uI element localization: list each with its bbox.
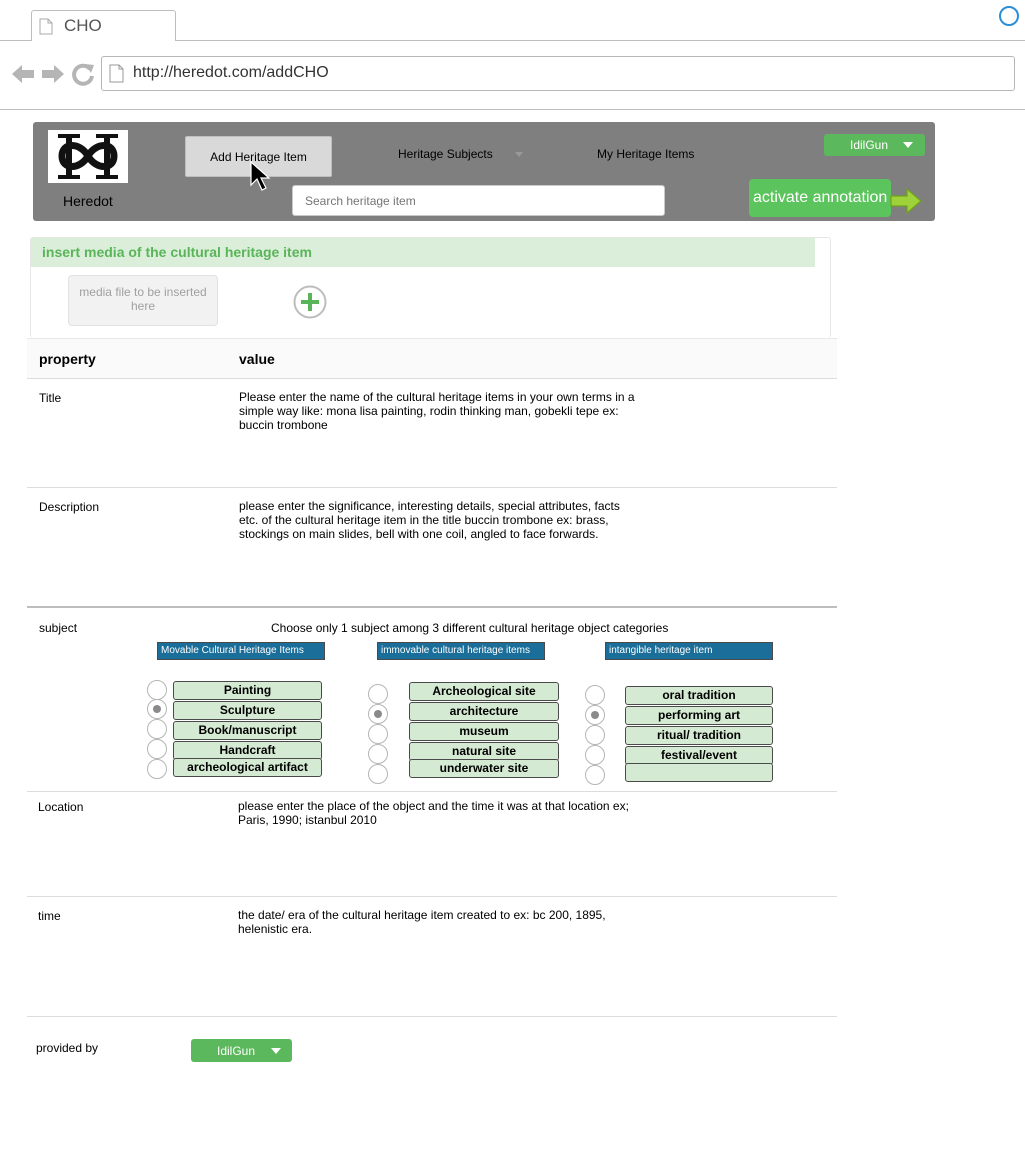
browser-tab-bar: CHO (0, 0, 1025, 42)
location-label: Location (38, 800, 84, 814)
subject-radio-performing-art[interactable] (585, 705, 605, 725)
subject-radio-archeological-artifact[interactable] (147, 759, 167, 779)
brand-name: Heredot (63, 193, 113, 209)
subject-option-performing-art[interactable]: performing art (625, 706, 773, 725)
address-bar[interactable]: http://heredot.com/addCHO (101, 56, 1015, 91)
subject-radio-book-manuscript[interactable] (147, 719, 167, 739)
site-header: Heredot Add Heritage Item Heritage Subje… (33, 122, 935, 221)
row-divider (27, 606, 837, 608)
arrow-right-icon[interactable] (889, 186, 923, 216)
tab-title: CHO (64, 16, 102, 35)
subject-option-painting[interactable]: Painting (173, 681, 322, 700)
subject-option-empty[interactable] (625, 763, 773, 782)
category-movable-header: Movable Cultural Heritage Items (157, 642, 325, 660)
subject-label: subject (39, 621, 78, 635)
subject-option-archeological-artifact[interactable]: archeological artifact (173, 758, 322, 777)
url-text: http://heredot.com/addCHO (133, 64, 329, 81)
subject-radio-natural-site[interactable] (368, 744, 388, 764)
page-icon (109, 64, 124, 83)
heredot-logo[interactable] (48, 130, 128, 183)
nav-my-heritage-items[interactable]: My Heritage Items (597, 147, 694, 161)
subject-radio-museum[interactable] (368, 724, 388, 744)
back-arrow-icon[interactable] (10, 61, 36, 87)
subject-option-underwater-site[interactable]: underwater site (409, 759, 559, 778)
subject-option-oral-tradition[interactable]: oral tradition (625, 686, 773, 705)
activate-annotation-button[interactable]: activate annotation (749, 179, 891, 217)
window-control-icon[interactable] (999, 6, 1019, 26)
subject-option-sculpture[interactable]: Sculpture (173, 701, 322, 720)
subject-option-museum[interactable]: museum (409, 722, 559, 741)
chevron-down-icon[interactable] (515, 152, 523, 157)
description-input[interactable]: please enter the significance, interesti… (239, 499, 639, 541)
caret-down-icon (903, 142, 913, 148)
subject-radio-festival-event[interactable] (585, 745, 605, 765)
page-icon (39, 18, 53, 35)
add-media-plus-icon[interactable] (293, 285, 327, 319)
subject-radio-ritual-tradition[interactable] (585, 725, 605, 745)
subject-radio-empty[interactable] (585, 765, 605, 785)
subject-radio-underwater-site[interactable] (368, 764, 388, 784)
row-divider (27, 1016, 837, 1017)
media-section-title: insert media of the cultural heritage it… (31, 238, 815, 267)
subject-radio-oral-tradition[interactable] (585, 685, 605, 705)
subject-option-architecture[interactable]: architecture (409, 702, 559, 721)
browser-nav-bar: http://heredot.com/addCHO (0, 41, 1025, 110)
category-immovable-header: immovable cultural heritage items (377, 642, 545, 660)
title-input[interactable]: Please enter the name of the cultural he… (239, 390, 639, 432)
category-intangible-header: intangible heritage item (605, 642, 773, 660)
nav-heritage-subjects[interactable]: Heritage Subjects (398, 147, 493, 161)
provided-by-user-name: IdilGun (217, 1044, 256, 1058)
search-input[interactable] (292, 185, 665, 216)
time-label: time (38, 909, 61, 923)
row-divider (27, 896, 837, 897)
browser-tab[interactable]: CHO (31, 10, 176, 42)
subject-radio-handcraft[interactable] (147, 739, 167, 759)
provided-by-user-dropdown[interactable]: IdilGun (191, 1039, 292, 1062)
media-dropzone[interactable]: media file to be inserted here (68, 275, 218, 326)
row-divider (27, 487, 837, 488)
logo-icon (58, 134, 118, 179)
subject-option-ritual-tradition[interactable]: ritual/ tradition (625, 726, 773, 745)
mouse-cursor-icon (250, 161, 271, 191)
location-input[interactable]: please enter the place of the object and… (238, 799, 638, 827)
subject-radio-sculpture[interactable] (147, 699, 167, 719)
title-label: Title (39, 391, 62, 405)
user-menu-button[interactable]: IdilGun (824, 134, 925, 156)
column-header-value: value (239, 351, 275, 367)
subject-radio-architecture[interactable] (368, 704, 388, 724)
caret-down-icon (271, 1048, 281, 1054)
subject-radio-archeological-site[interactable] (368, 684, 388, 704)
subject-instruction: Choose only 1 subject among 3 different … (271, 621, 669, 635)
time-input[interactable]: the date/ era of the cultural heritage i… (238, 908, 618, 936)
provided-by-label: provided by (36, 1041, 99, 1055)
user-name: IdilGun (850, 138, 889, 152)
reload-icon[interactable] (70, 61, 96, 87)
subject-option-archeological-site[interactable]: Archeological site (409, 682, 559, 701)
subject-radio-painting[interactable] (147, 680, 167, 700)
forward-arrow-icon[interactable] (40, 61, 66, 87)
media-section: insert media of the cultural heritage it… (30, 237, 831, 338)
description-label: Description (39, 500, 100, 514)
property-table-header: property value (27, 338, 837, 379)
subject-option-book-manuscript[interactable]: Book/manuscript (173, 721, 322, 740)
column-header-property: property (39, 351, 96, 367)
row-divider (27, 791, 837, 792)
